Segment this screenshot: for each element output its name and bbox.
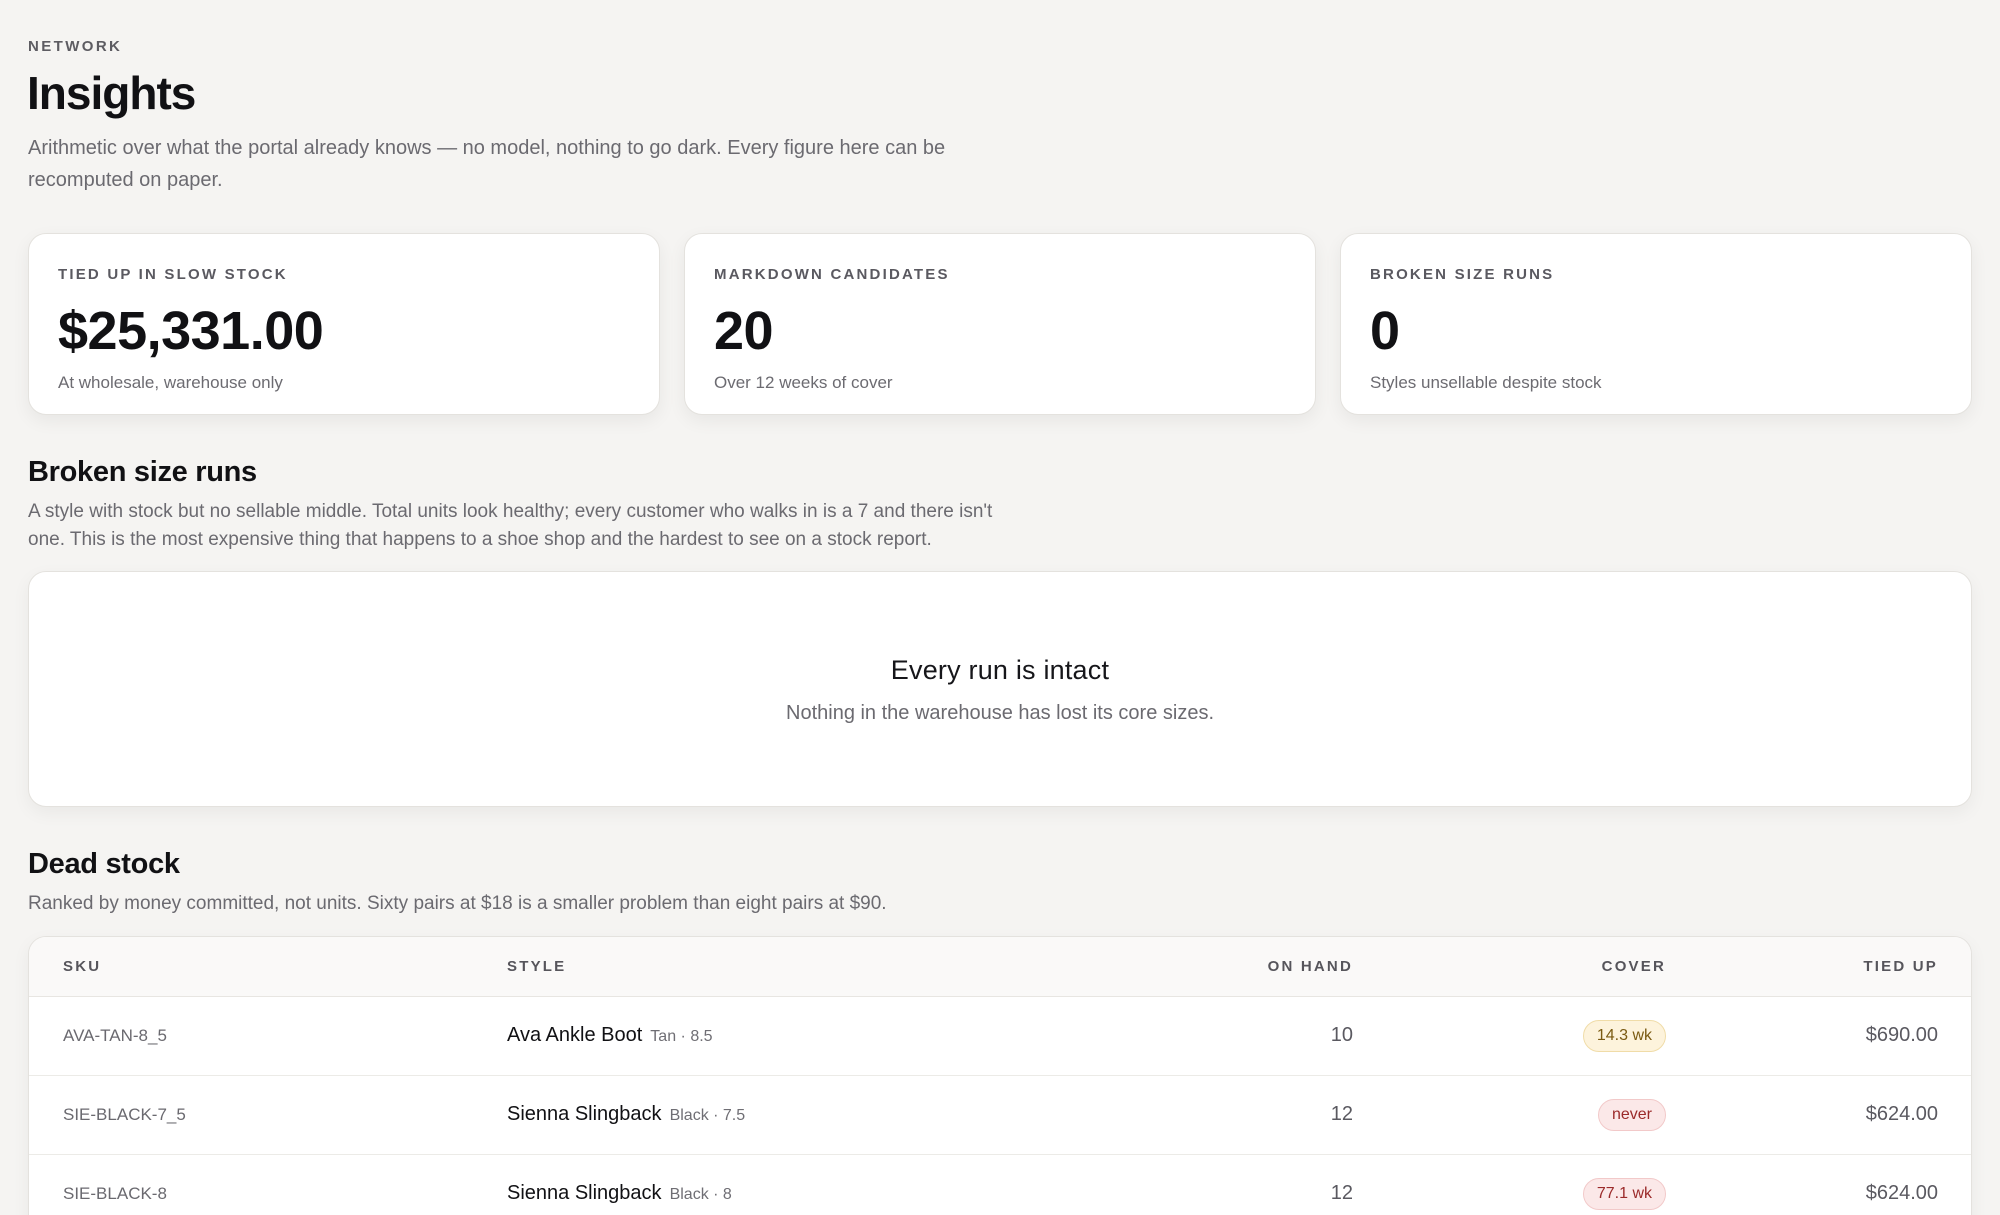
column-header-tied-up[interactable]: TIED UP <box>1863 958 1938 975</box>
stat-subtext: Styles unsellable despite stock <box>1370 373 1602 392</box>
sku-cell: SIE-BLACK-7_5 <box>63 1105 186 1124</box>
dead-stock-table: SKU STYLE ON HAND COVER TIED UP AVA-TAN-… <box>28 936 1972 1215</box>
section-eyebrow: NETWORK <box>28 38 123 55</box>
tied-up-cell: $624.00 <box>1865 1103 1938 1125</box>
sku-cell: AVA-TAN-8_5 <box>63 1026 167 1045</box>
empty-state-subtext: Nothing in the warehouse has lost its co… <box>786 702 1214 724</box>
column-header-sku[interactable]: SKU <box>63 958 101 975</box>
style-cell: Ava Ankle Boot Tan · 8.5 <box>507 1024 713 1047</box>
style-cell: Sienna Slingback Black · 7.5 <box>507 1103 745 1126</box>
cover-badge: 14.3 wk <box>1582 1020 1666 1052</box>
cover-cell: 77.1 wk <box>1582 1178 1666 1210</box>
sku-cell: SIE-BLACK-8 <box>63 1184 167 1203</box>
tied-up-cell: $624.00 <box>1865 1182 1938 1204</box>
stat-value: 20 <box>714 301 774 361</box>
on-hand-cell: 10 <box>1330 1024 1353 1046</box>
column-header-style[interactable]: STYLE <box>507 958 566 975</box>
stat-card-broken-size-runs: BROKEN SIZE RUNS 0 Styles unsellable des… <box>1340 233 1972 415</box>
style-name: Sienna Slingback <box>507 1103 662 1125</box>
style-variant: Tan · 8.5 <box>650 1028 713 1045</box>
broken-runs-empty-state: Every run is intact Nothing in the wareh… <box>28 571 1972 807</box>
column-header-cover[interactable]: COVER <box>1602 958 1666 975</box>
broken-runs-title: Broken size runs <box>28 456 257 488</box>
tied-up-cell: $690.00 <box>1865 1024 1938 1046</box>
cover-cell: 14.3 wk <box>1582 1020 1666 1052</box>
table-row[interactable]: SIE-BLACK-8 Sienna Slingback Black · 8 12… <box>29 1155 1971 1215</box>
stat-value: $25,331.00 <box>58 301 324 361</box>
on-hand-cell: 12 <box>1330 1182 1353 1204</box>
stat-card-markdown-candidates: MARKDOWN CANDIDATES 20 Over 12 weeks of … <box>684 233 1316 415</box>
style-variant: Black · 8 <box>669 1186 732 1203</box>
cover-badge: never <box>1597 1099 1666 1131</box>
style-name: Ava Ankle Boot <box>507 1024 643 1046</box>
insights-page: NETWORK Insights Arithmetic over what th… <box>0 0 2000 1215</box>
stat-label: MARKDOWN CANDIDATES <box>714 266 950 283</box>
broken-runs-description: A style with stock but no sellable middl… <box>28 501 993 550</box>
stat-cards: TIED UP IN SLOW STOCK $25,331.00 At whol… <box>28 233 1972 415</box>
table-header: SKU STYLE ON HAND COVER TIED UP <box>29 937 1971 997</box>
empty-state-title: Every run is intact <box>890 655 1110 685</box>
page-lede: Arithmetic over what the portal already … <box>28 137 946 191</box>
dead-stock-title: Dead stock <box>28 848 180 880</box>
stat-subtext: Over 12 weeks of cover <box>714 373 893 392</box>
cover-cell: never <box>1597 1099 1666 1131</box>
stat-label: BROKEN SIZE RUNS <box>1370 266 1555 283</box>
dead-stock-description: Ranked by money committed, not units. Si… <box>28 893 887 914</box>
style-variant: Black · 7.5 <box>669 1107 746 1124</box>
stat-subtext: At wholesale, warehouse only <box>58 373 283 392</box>
table-row[interactable]: SIE-BLACK-7_5 Sienna Slingback Black · 7.… <box>29 1076 1971 1155</box>
stat-label: TIED UP IN SLOW STOCK <box>58 266 288 283</box>
style-cell: Sienna Slingback Black · 8 <box>507 1182 732 1205</box>
cover-badge: 77.1 wk <box>1582 1178 1666 1210</box>
style-name: Sienna Slingback <box>507 1182 662 1204</box>
column-header-on-hand[interactable]: ON HAND <box>1268 958 1353 975</box>
table-row[interactable]: AVA-TAN-8_5 Ava Ankle Boot Tan · 8.5 10 1… <box>29 997 1971 1076</box>
stat-value: 0 <box>1370 301 1400 361</box>
page-title: Insights <box>27 67 196 119</box>
stat-card-slow-stock: TIED UP IN SLOW STOCK $25,331.00 At whol… <box>28 233 660 415</box>
on-hand-cell: 12 <box>1330 1103 1353 1125</box>
